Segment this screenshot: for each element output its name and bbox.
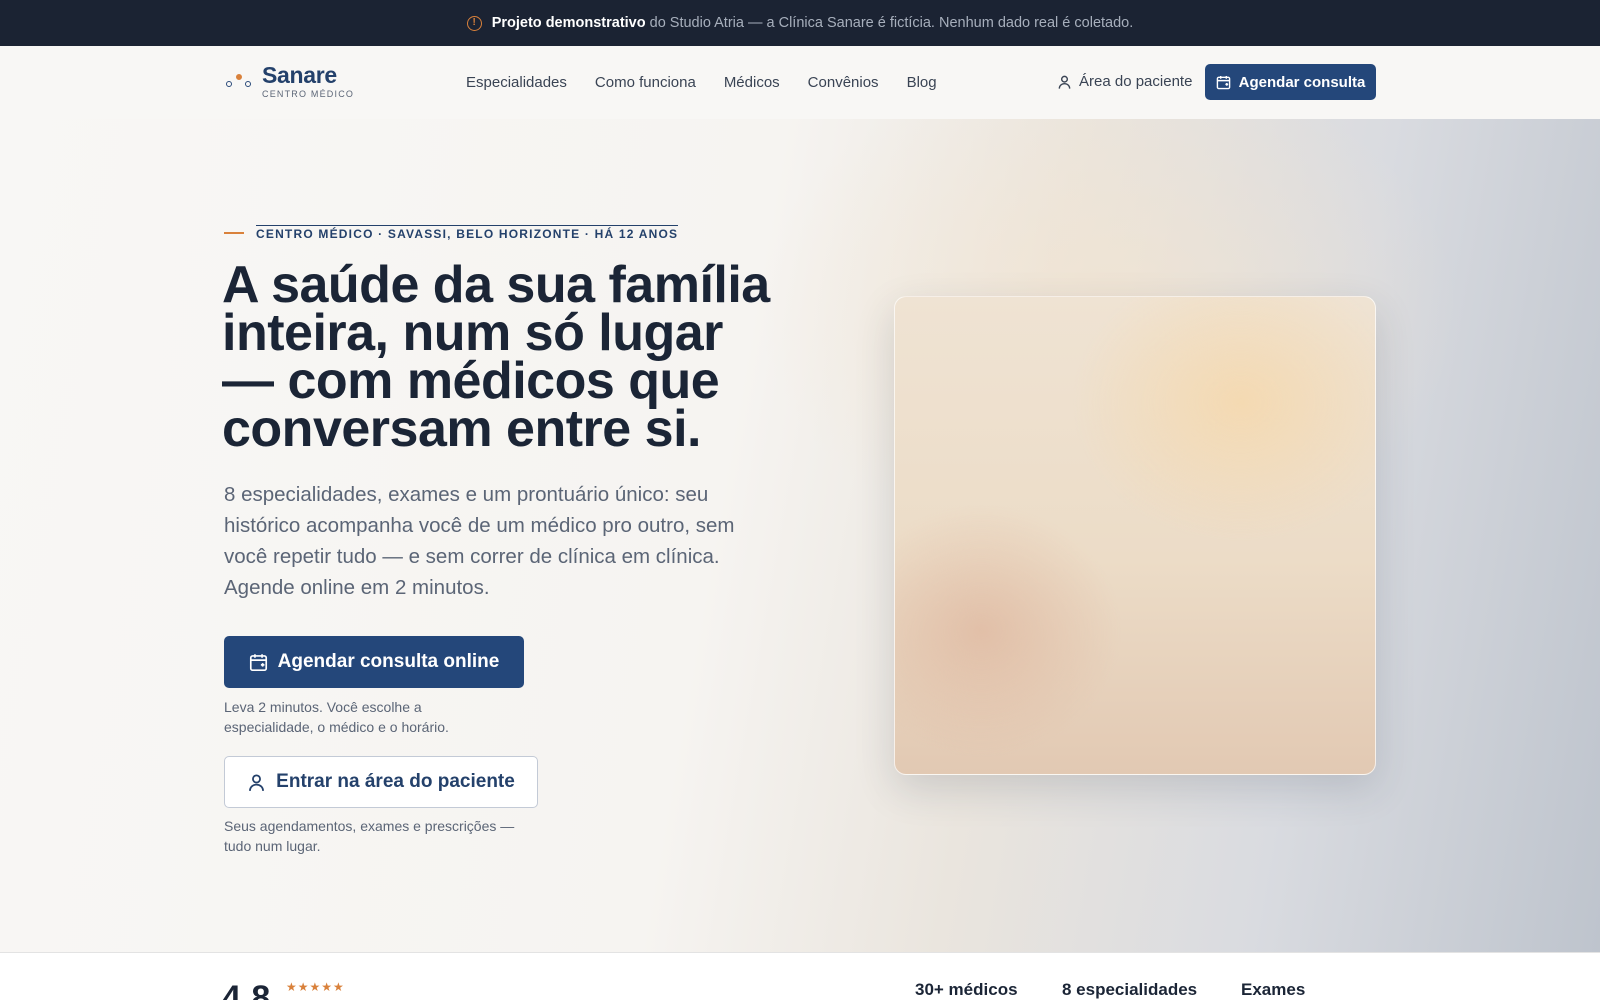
nav-item-como-funciona[interactable]: Como funciona bbox=[595, 74, 696, 91]
brand-subtitle: CENTRO MÉDICO bbox=[262, 89, 355, 99]
nav-item-convenios[interactable]: Convênios bbox=[808, 74, 879, 91]
book-online-note: Leva 2 minutos. Você escolhe a especiali… bbox=[224, 699, 449, 735]
patient-login-button[interactable]: Entrar na área do paciente bbox=[224, 756, 538, 808]
logo-text: Sanare CENTRO MÉDICO bbox=[262, 63, 354, 99]
person-icon bbox=[1058, 75, 1071, 89]
rating-value: 4,8 bbox=[222, 979, 271, 1000]
banner-rest-text: do Studio Atria — a Clínica Sanare é fic… bbox=[649, 15, 1134, 31]
book-online-button[interactable]: Agendar consulta online bbox=[224, 636, 524, 688]
banner-strong-text: Projeto demonstrativo bbox=[491, 15, 646, 31]
nav-item-especialidades[interactable]: Especialidades bbox=[466, 74, 567, 91]
book-online-label: Agendar consulta online bbox=[277, 651, 500, 672]
rating-stars-icon: ★★★★★ bbox=[286, 980, 345, 994]
calendar-plus-icon bbox=[1216, 75, 1230, 89]
stats-bar: 4,8 ★★★★★ 30+ médicos 8 especialidades E… bbox=[0, 952, 1600, 1000]
banner-text: Projeto demonstrativo do Studio Atria — … bbox=[492, 15, 1134, 31]
hero-lead: 8 especialidades, exames e um prontuário… bbox=[224, 483, 735, 599]
brand-name: Sanare bbox=[262, 62, 337, 88]
patient-area-link[interactable]: Área do paciente bbox=[1057, 73, 1192, 90]
nav-item-blog[interactable]: Blog bbox=[907, 74, 937, 91]
main-nav: Especialidades Como funciona Médicos Con… bbox=[466, 46, 937, 119]
person-icon bbox=[249, 773, 265, 791]
calendar-plus-icon bbox=[249, 653, 267, 671]
eyebrow-text: CENTRO MÉDICO · SAVASSI, BELO HORIZONTE … bbox=[256, 225, 679, 241]
header-book-label: Agendar consulta bbox=[1238, 73, 1366, 91]
stat-exams: Exames bbox=[1241, 980, 1306, 999]
patient-area-label: Área do paciente bbox=[1079, 73, 1193, 90]
patient-login-note: Seus agendamentos, exames e prescrições … bbox=[224, 818, 515, 854]
site-header: Sanare CENTRO MÉDICO Especialidades Como… bbox=[0, 46, 1600, 119]
logo[interactable]: Sanare CENTRO MÉDICO bbox=[226, 63, 354, 99]
hero-image bbox=[894, 296, 1376, 775]
header-book-button[interactable]: Agendar consulta bbox=[1205, 64, 1376, 100]
info-icon: ! bbox=[466, 15, 482, 31]
hero-eyebrow: CENTRO MÉDICO · SAVASSI, BELO HORIZONTE … bbox=[224, 225, 679, 241]
stat-doctors: 30+ médicos bbox=[915, 980, 1018, 999]
stat-specialties: 8 especialidades bbox=[1062, 980, 1198, 999]
hero-section: CENTRO MÉDICO · SAVASSI, BELO HORIZONTE … bbox=[0, 119, 1600, 952]
nav-item-medicos[interactable]: Médicos bbox=[724, 74, 780, 91]
logo-mark-icon bbox=[226, 71, 252, 91]
demo-banner: ! Projeto demonstrativo do Studio Atria … bbox=[0, 0, 1600, 46]
hero-headline: A saúde da sua família inteira, num só l… bbox=[222, 256, 770, 458]
eyebrow-dash bbox=[224, 232, 244, 234]
patient-login-label: Entrar na área do paciente bbox=[276, 771, 515, 792]
